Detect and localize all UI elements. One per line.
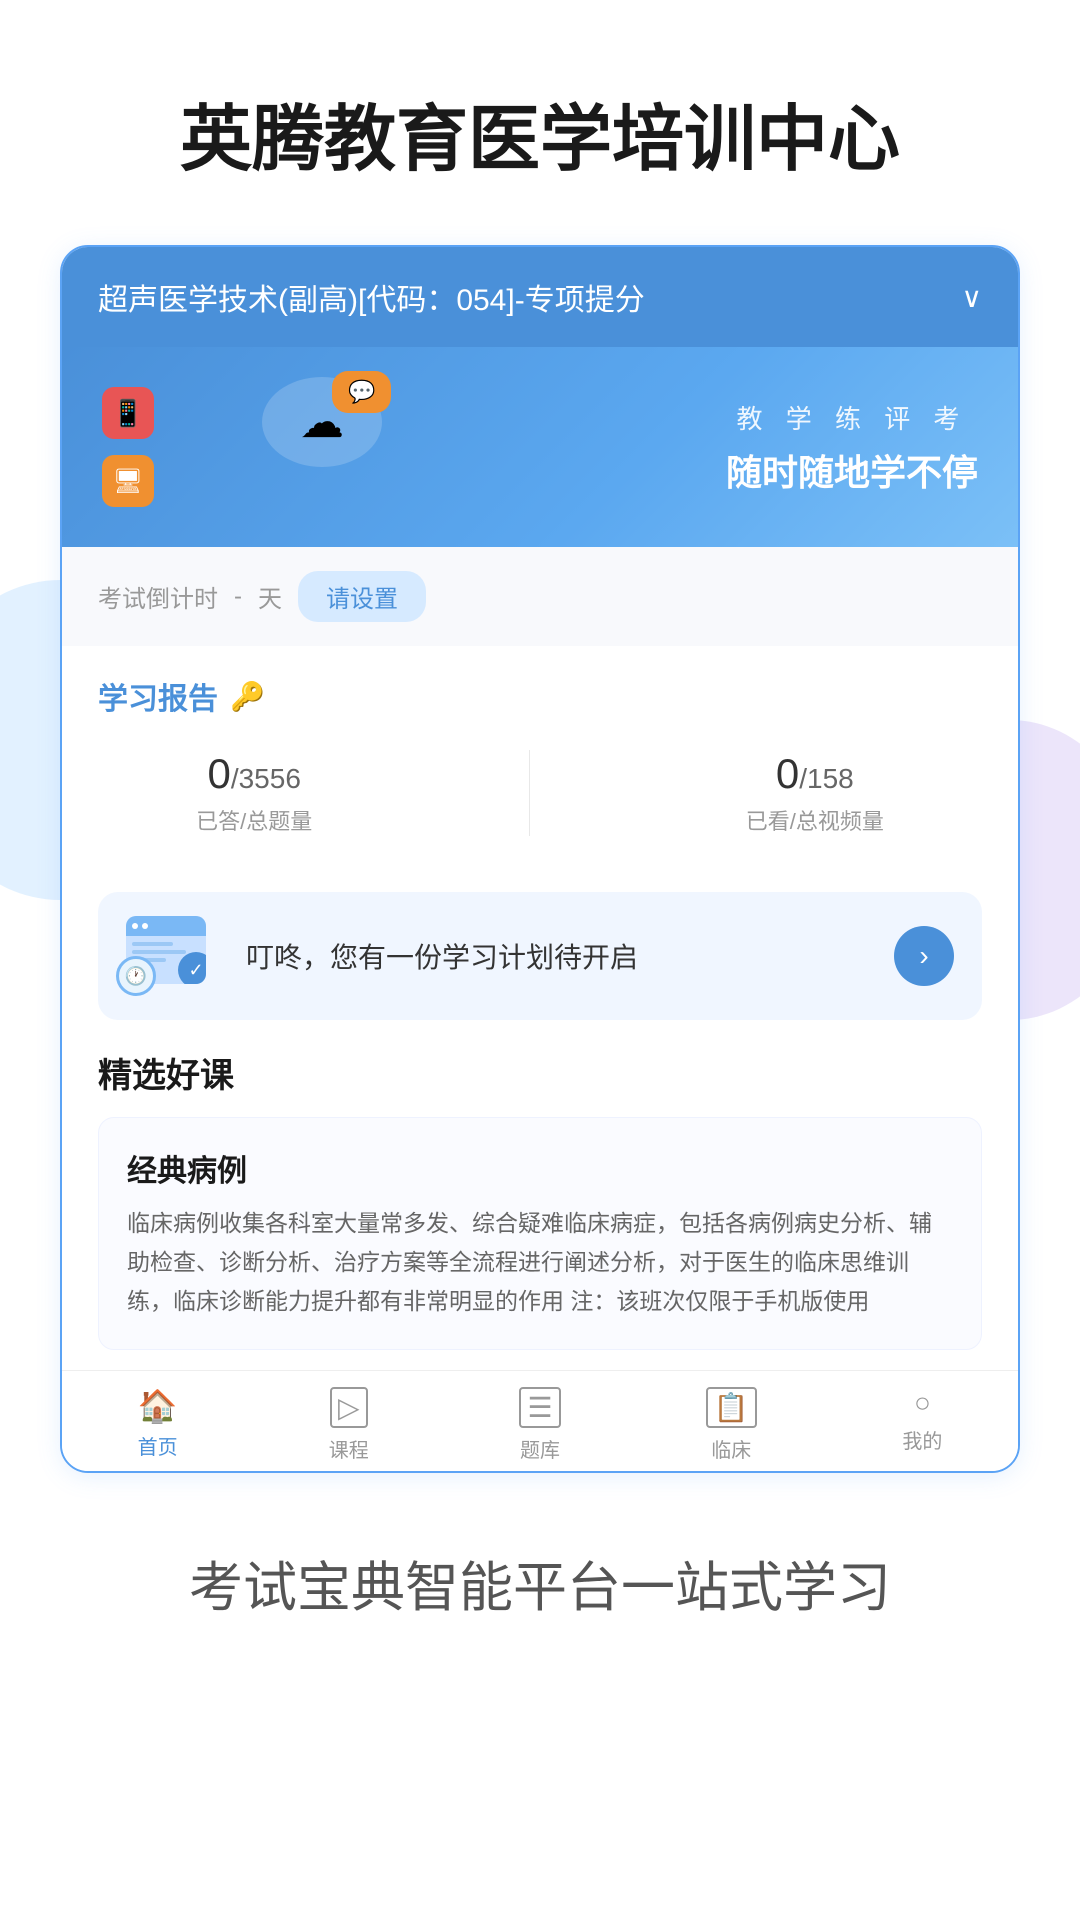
banner: 📱 🖥 ☁ 💬 教 学 练 评 考 随时随地学不停 <box>62 347 1018 547</box>
stat-videos: 0/158 已看/总视频量 <box>746 750 884 836</box>
stat-videos-number: 0/158 <box>746 750 884 798</box>
set-countdown-button[interactable]: 请设置 <box>298 571 426 622</box>
banner-icon-desktop: 🖥 <box>102 455 154 507</box>
nav-label-mine: 我的 <box>902 1425 942 1454</box>
stat-videos-label: 已看/总视频量 <box>746 804 884 836</box>
plan-arrow-button[interactable]: › <box>894 926 954 986</box>
plan-illustration: ✓ 🕐 <box>126 916 226 996</box>
stat-questions-number: 0/3556 <box>196 750 312 798</box>
nav-label-home: 首页 <box>138 1431 178 1460</box>
plan-text: 叮咚，您有一份学习计划待开启 <box>246 936 874 976</box>
stat-divider <box>529 750 530 836</box>
banner-subtitle: 教 学 练 评 考 <box>726 399 978 436</box>
clinical-icon: 📋 <box>706 1387 757 1428</box>
nav-item-clinical[interactable]: 📋 临床 <box>636 1387 827 1463</box>
report-section: 学习报告 🔑 0/3556 已答/总题量 0/158 已看/总视频量 <box>62 646 1018 880</box>
countdown-row: 考试倒计时 - 天 请设置 <box>62 547 1018 646</box>
page-title: 英腾教育医学培训中心 <box>0 0 1080 245</box>
stat-questions-label: 已答/总题量 <box>196 804 312 836</box>
course-icon: ▷ <box>330 1387 368 1428</box>
banner-icons: 📱 🖥 <box>102 387 154 507</box>
chevron-down-icon: ∨ <box>962 281 983 314</box>
nav-label-course: 课程 <box>329 1434 369 1463</box>
course-name: 经典病例 <box>127 1146 953 1190</box>
plan-card[interactable]: ✓ 🕐 叮咚，您有一份学习计划待开启 › <box>98 892 982 1020</box>
key-icon: 🔑 <box>230 680 265 713</box>
countdown-label: 考试倒计时 <box>98 579 218 614</box>
mine-icon: ○ <box>914 1387 931 1419</box>
banner-icon-mobile: 📱 <box>102 387 154 439</box>
featured-title: 精选好课 <box>98 1048 982 1097</box>
banner-speech-bubble: 💬 <box>332 371 391 413</box>
course-card[interactable]: 经典病例 临床病例收集各科室大量常多发、综合疑难临床病症，包括各病例病史分析、辅… <box>98 1117 982 1350</box>
course-title: 超声医学技术(副高)[代码：054]-专项提分 <box>98 275 950 319</box>
stat-questions: 0/3556 已答/总题量 <box>196 750 312 836</box>
bottom-nav: 🏠 首页 ▷ 课程 ☰ 题库 📋 临床 ○ 我的 <box>62 1370 1018 1471</box>
featured-section: 精选好课 经典病例 临床病例收集各科室大量常多发、综合疑难临床病症，包括各病例病… <box>62 1048 1018 1370</box>
report-title: 学习报告 <box>98 674 218 718</box>
app-card: 超声医学技术(副高)[代码：054]-专项提分 ∨ 📱 🖥 ☁ 💬 教 学 练 … <box>60 245 1020 1473</box>
report-stats: 0/3556 已答/总题量 0/158 已看/总视频量 <box>98 742 982 852</box>
banner-main-text: 随时随地学不停 <box>726 444 978 496</box>
home-icon: 🏠 <box>138 1387 178 1425</box>
banner-text-area: 教 学 练 评 考 随时随地学不停 <box>726 399 978 496</box>
course-header[interactable]: 超声医学技术(副高)[代码：054]-专项提分 ∨ <box>62 247 1018 347</box>
nav-item-home[interactable]: 🏠 首页 <box>62 1387 253 1463</box>
question-bank-icon: ☰ <box>519 1387 560 1428</box>
report-header: 学习报告 🔑 <box>98 674 982 718</box>
nav-label-clinical: 临床 <box>711 1434 751 1463</box>
countdown-dash: - <box>234 583 242 611</box>
course-description: 临床病例收集各科室大量常多发、综合疑难临床病症，包括各病例病史分析、辅助检查、诊… <box>127 1204 953 1321</box>
nav-item-mine[interactable]: ○ 我的 <box>827 1387 1018 1463</box>
bottom-tagline: 考试宝典智能平台一站式学习 <box>0 1473 1080 1702</box>
countdown-unit: 天 <box>258 579 282 614</box>
nav-label-question: 题库 <box>520 1434 560 1463</box>
nav-item-course[interactable]: ▷ 课程 <box>253 1387 444 1463</box>
nav-item-question[interactable]: ☰ 题库 <box>444 1387 635 1463</box>
